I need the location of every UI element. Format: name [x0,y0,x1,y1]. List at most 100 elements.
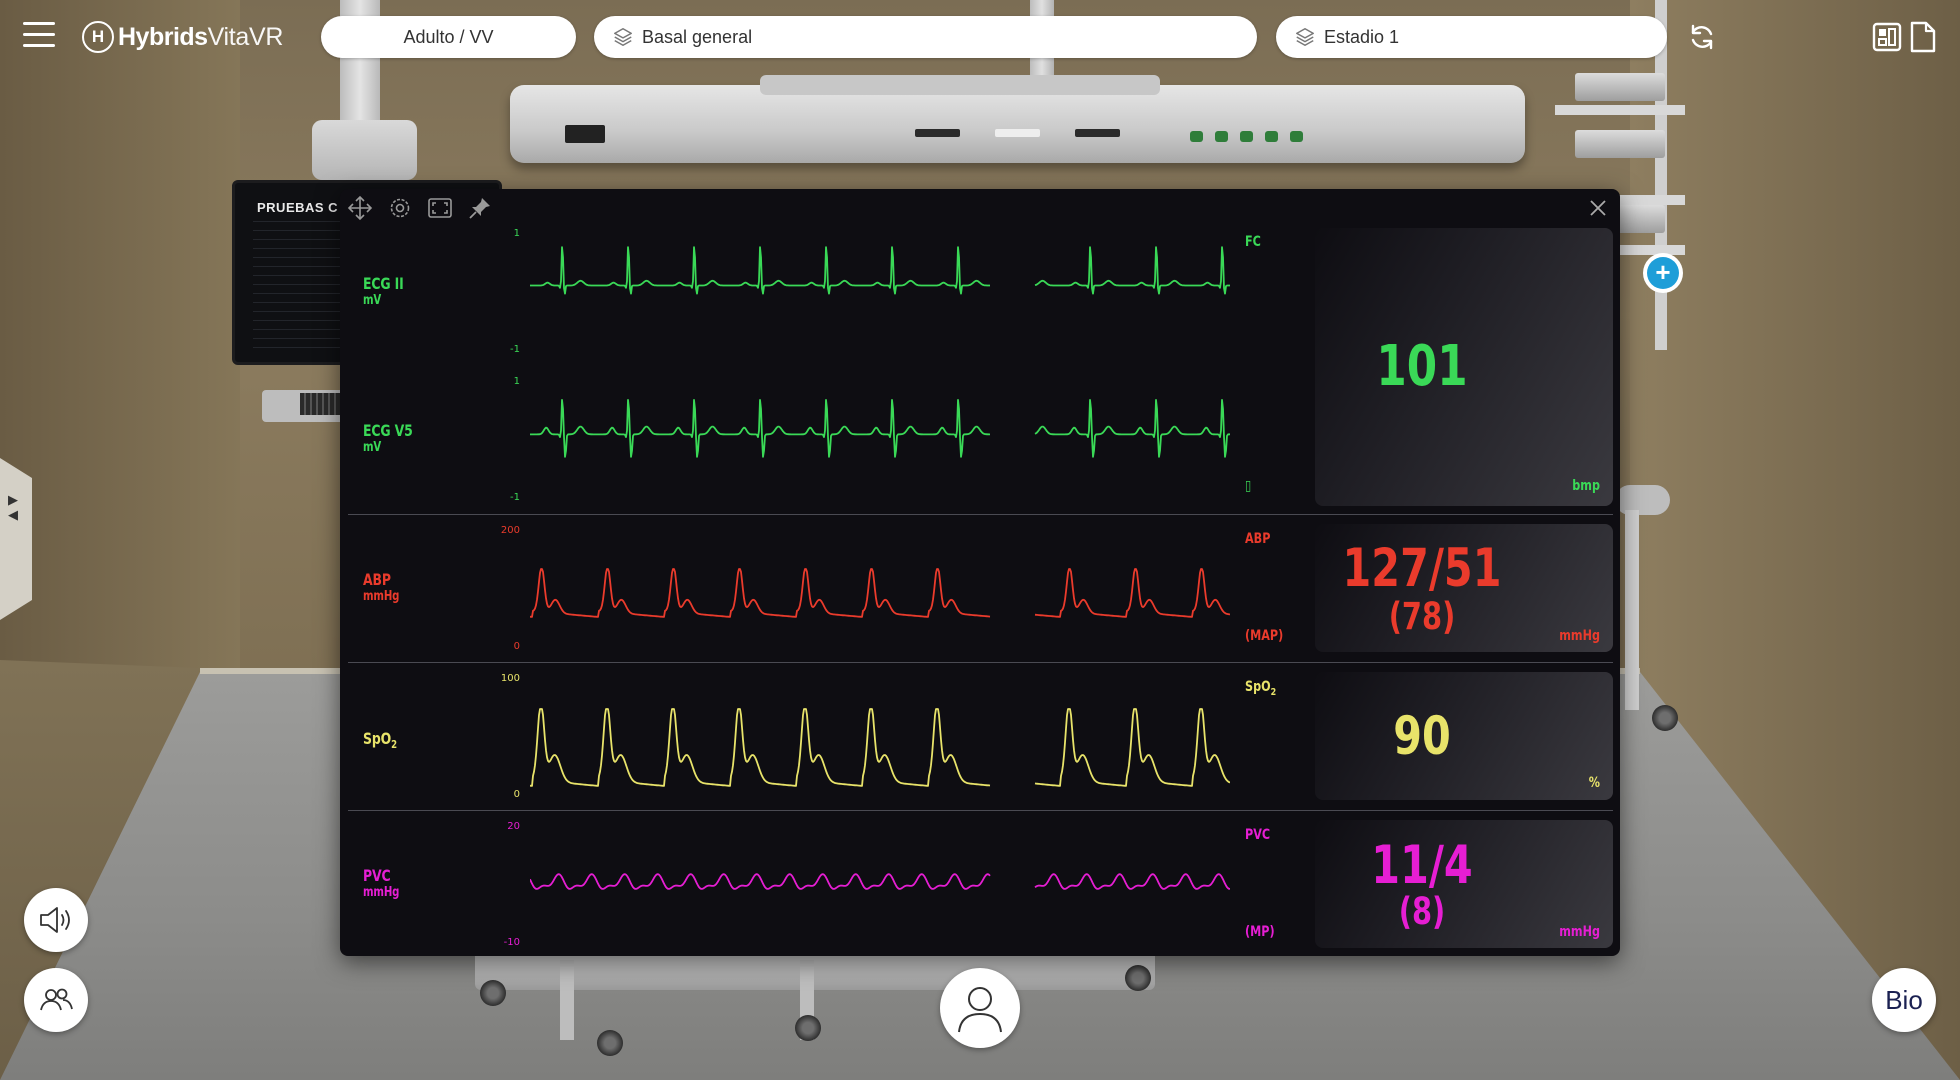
numeric-mean-abp: (78) [1388,595,1456,638]
boom-led [1215,131,1228,142]
numeric-unit-fc: bmp [1572,478,1600,494]
stage-value: Estadio 1 [1324,26,1400,47]
numeric-sublabel-abp: (MAP) [1245,628,1284,644]
sound-button[interactable] [24,888,88,952]
speaker-icon [40,907,70,933]
bed-frame [475,950,1155,990]
waveform-trace [530,873,991,890]
scale-top-spo2: 100 [500,673,520,684]
background-screen-title: PRUEBAS C [257,200,339,215]
fullscreen-icon[interactable] [427,195,453,221]
rack-shelf [1555,105,1685,115]
user-icon [958,987,1002,1033]
channel-name: ECG V5 [363,421,413,440]
scale-top-ecg-v5: 1 [513,376,520,387]
bed-wheel [597,1030,623,1056]
numeric-value-spo2: 90 [1393,706,1451,767]
channel-label-abp: ABP mmHg [363,571,399,605]
numeric-unit-abp: mmHg [1559,628,1600,644]
channel-label-pvc: PVC mmHg [363,867,399,901]
channel-name: ABP [363,570,391,589]
ceiling-mount-left [312,120,417,180]
logo-text-bold: Hybrids [118,22,208,51]
side-panel-handle[interactable] [0,458,32,620]
boom-led [1240,131,1253,142]
channel-name: SpO [363,729,392,748]
boom-arm [760,75,1160,95]
layers-icon [614,28,632,46]
numeric-value-fc: 101 [1376,334,1468,399]
document-icon[interactable] [1908,20,1938,54]
waveform-ecg-v5 [530,399,1230,458]
participants-button[interactable] [24,968,88,1032]
channel-unit: mV [363,440,382,455]
channel-name-subscript: 2 [391,738,397,752]
patient-type-value: Adulto / VV [403,26,494,47]
ceiling-boom-panel [510,75,1525,163]
app-logo: H Hybrids VitaVR [82,20,283,54]
move-icon[interactable] [347,195,373,221]
waveform-trace [1034,708,1230,787]
numeric-sublabel-pvc: (MP) [1245,924,1275,940]
boom-slot [1075,129,1120,137]
boom-slot [915,129,960,137]
scale-bottom-ecg-ii: -1 [510,344,520,355]
rack-device [1575,73,1665,101]
channel-unit: mmHg [363,885,400,900]
waveform-abp [530,568,1230,618]
row-separator [348,662,1613,663]
stage-selector[interactable]: Estadio 1 [1276,16,1667,58]
numeric-unit-spo2: % [1588,775,1600,791]
channel-label-spo2: SpO2 [363,730,397,753]
scale-top-ecg-ii: 1 [513,228,520,239]
row-separator [348,810,1613,811]
hamburger-icon[interactable] [23,22,55,48]
patient-type-selector[interactable]: Adulto / VV [321,16,576,58]
scale-bottom-abp: 0 [513,641,520,652]
stool-wheel [1652,705,1678,731]
waveform-trace [1034,246,1230,295]
channel-unit: mmHg [363,589,400,604]
channel-name: ECG II [363,274,404,293]
bio-button[interactable]: Bio [1872,968,1936,1032]
patient-avatar-button[interactable] [940,968,1020,1048]
waveform-ecg-ii [530,246,1230,295]
numeric-mean-pvc: (8) [1398,890,1446,933]
numeric-label-spo2: SpO2 [1245,679,1276,698]
stool-seat [1615,485,1670,515]
channel-unit: mV [363,293,382,308]
waveform-trace [1034,873,1230,890]
numeric-label-pvc: PVC [1245,827,1271,843]
waveform-trace [530,399,990,458]
close-icon[interactable] [1586,196,1610,220]
layout-icon[interactable] [1872,20,1902,54]
scenario-value: Basal general [642,26,753,47]
boom-led [1290,131,1303,142]
layers-icon [1296,28,1314,46]
boom-outlet [565,125,605,143]
bed-wheel [1125,965,1151,991]
channel-label-ecg-v5: ECG V5 mV [363,422,413,456]
refresh-icon[interactable] [1685,20,1719,54]
numeric-label-abp: ABP [1245,531,1271,547]
gear-icon[interactable] [387,195,413,221]
row-separator [348,514,1613,515]
scale-bottom-ecg-v5: -1 [510,492,520,503]
bed-leg [560,960,574,1040]
waveform-trace [530,708,991,787]
users-icon [40,988,73,1011]
waveform-trace [1034,568,1230,618]
numeric-value-pvc: 11/4 [1371,835,1473,896]
numeric-unit-pvc: mmHg [1559,924,1600,940]
waveform-trace [1034,399,1230,458]
pin-icon[interactable] [467,195,493,221]
side-panel-arrows-icon[interactable]: ▶ ◀ [8,493,18,523]
scale-top-pvc: 20 [507,821,520,832]
add-button[interactable]: + [1643,253,1683,293]
waveform-pvc [530,873,1230,890]
logo-mark-icon: H [82,21,114,53]
waveform-spo2 [530,708,1230,787]
fc-marker-icon: ▯ [1245,478,1252,494]
scenario-selector[interactable]: Basal general [594,16,1257,58]
numeric-label-fc: FC [1245,234,1261,250]
